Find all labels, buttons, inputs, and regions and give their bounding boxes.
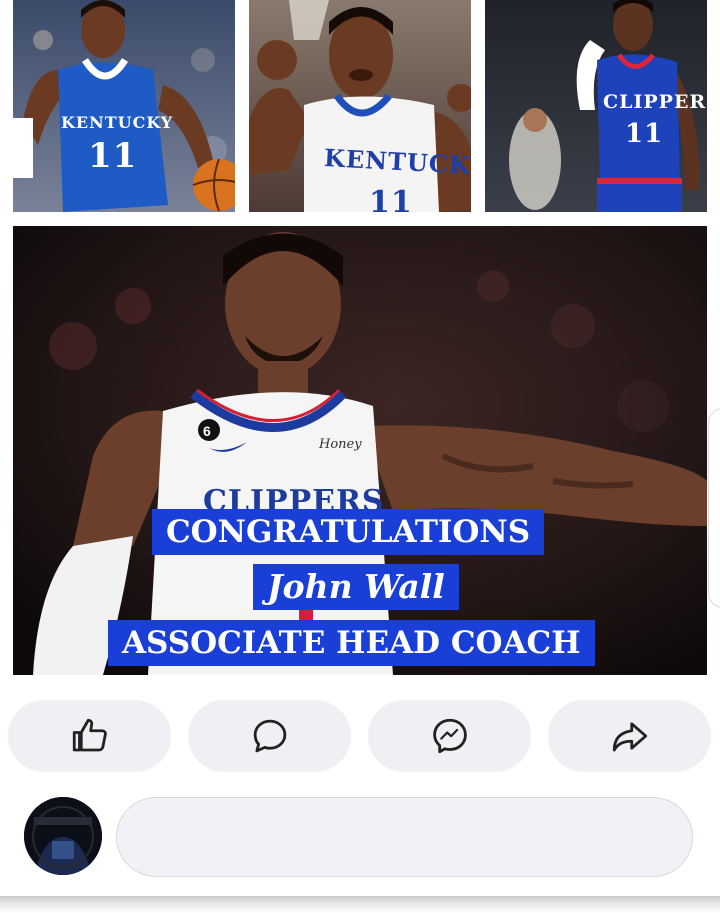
- comment-button[interactable]: [188, 700, 351, 772]
- jersey-number: 11: [88, 136, 137, 176]
- scroll-edge-indicator: [708, 408, 720, 608]
- like-button[interactable]: [8, 700, 171, 772]
- jersey-number-3: 11: [625, 119, 663, 149]
- banner-congratulations: CONGRATULATIONS: [152, 509, 545, 555]
- comment-bubble-icon: [253, 719, 286, 753]
- thumbs-up-icon: [72, 718, 107, 752]
- photo-kentucky-blue[interactable]: KENTUCKY 11: [13, 0, 235, 212]
- photo-kentucky-white[interactable]: KENTUCKY 11: [249, 0, 471, 212]
- banner-name: John Wall: [253, 564, 459, 610]
- banner-title: ASSOCIATE HEAD COACH: [108, 620, 595, 666]
- jersey-patch-number: 6: [203, 423, 211, 439]
- messenger-icon: [432, 718, 467, 754]
- share-arrow-icon: [612, 722, 647, 752]
- jersey-number-2: 11: [369, 185, 413, 212]
- comment-input[interactable]: [116, 797, 693, 877]
- user-avatar[interactable]: [24, 797, 102, 875]
- photo-clippers[interactable]: CLIPPERS 11: [485, 0, 707, 212]
- post-action-bar: [0, 700, 720, 772]
- share-button[interactable]: [548, 700, 711, 772]
- messenger-send-button[interactable]: [368, 700, 531, 772]
- bottom-edge-bar: [0, 896, 720, 913]
- jersey-sponsor: Honey: [318, 437, 362, 452]
- jersey-text-kentucky: KENTUCKY: [61, 113, 173, 132]
- jersey-text-clippers: CLIPPERS: [603, 91, 707, 113]
